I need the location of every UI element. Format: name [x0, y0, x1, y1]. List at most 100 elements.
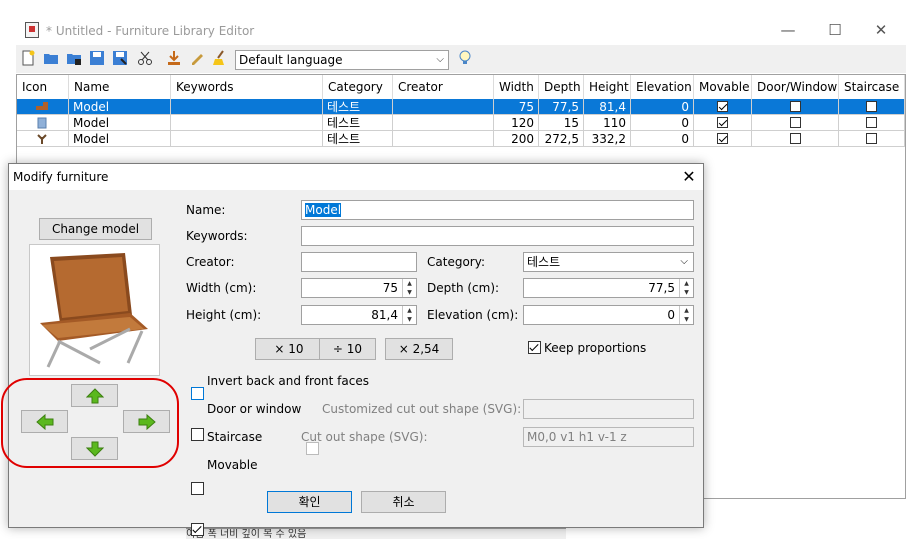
header-height[interactable]: Height — [584, 75, 631, 99]
header-door-window[interactable]: Door/Window — [752, 75, 839, 99]
rotate-down-button[interactable] — [71, 437, 118, 460]
name-label: Name: — [186, 203, 226, 217]
row-movable — [694, 99, 752, 115]
modify-furniture-dialog: Modify furniture ✕ Change model Name: Mo… — [1, 163, 704, 536]
row-icon-cell — [17, 115, 69, 131]
arrow-down-icon — [85, 441, 104, 457]
invert-faces-label[interactable]: Invert back and front faces — [207, 374, 369, 388]
new-icon[interactable] — [19, 49, 37, 67]
header-width[interactable]: Width — [494, 75, 539, 99]
door-window-checkbox[interactable] — [789, 101, 801, 112]
width-spinner[interactable]: 75 ▲ ▼ — [301, 278, 417, 298]
keep-proportions-label[interactable]: Keep proportions — [544, 341, 646, 355]
header-movable[interactable]: Movable — [694, 75, 752, 99]
height-spinner[interactable]: 81,4 ▲ ▼ — [301, 305, 417, 325]
multiply-254-button[interactable]: × 2,54 — [385, 338, 453, 360]
save-icon[interactable] — [88, 49, 106, 67]
cutout-shape-label: Cut out shape (SVG): — [301, 430, 428, 444]
change-model-button[interactable]: Change model — [39, 218, 152, 240]
minimize-button[interactable]: — — [780, 22, 796, 38]
keywords-input[interactable] — [301, 226, 694, 246]
table-row[interactable]: Model 테스트 200 272,5 332,2 0 — [17, 131, 905, 147]
dialog-title: Modify furniture — [13, 170, 109, 184]
tip-icon[interactable] — [456, 49, 474, 67]
elevation-value: 0 — [667, 308, 675, 322]
header-elevation[interactable]: Elevation — [631, 75, 694, 99]
import-icon[interactable] — [165, 49, 183, 67]
row-staircase — [839, 115, 905, 131]
open-icon[interactable] — [42, 49, 60, 67]
row-icon-cell — [17, 99, 69, 115]
height-label: Height (cm): — [186, 308, 262, 322]
app-icon — [25, 22, 39, 38]
close-button[interactable]: ✕ — [873, 22, 889, 38]
divide-10-button[interactable]: ÷ 10 — [319, 338, 376, 360]
header-name[interactable]: Name — [69, 75, 171, 99]
row-height: 110 — [584, 115, 631, 131]
staircase-checkbox[interactable] — [191, 482, 204, 495]
table-row[interactable]: Model 테스트 120 15 110 0 — [17, 115, 905, 131]
staircase-label[interactable]: Staircase — [207, 430, 262, 444]
row-width: 75 — [494, 99, 539, 115]
row-depth: 15 — [539, 115, 584, 131]
rotate-left-button[interactable] — [21, 410, 68, 433]
cut-icon[interactable] — [136, 49, 154, 67]
cancel-button[interactable]: 취소 — [361, 491, 446, 513]
ok-button[interactable]: 확인 — [267, 491, 352, 513]
row-category: 테스트 — [323, 99, 393, 115]
staircase-checkbox[interactable] — [866, 101, 877, 112]
header-keywords[interactable]: Keywords — [171, 75, 323, 99]
chevron-down-icon: ⌵ — [680, 256, 688, 267]
header-depth[interactable]: Depth — [539, 75, 584, 99]
elevation-spinner[interactable]: 0 ▲ ▼ — [523, 305, 694, 325]
save-as-icon[interactable] — [111, 49, 129, 67]
name-input[interactable]: Model — [301, 200, 694, 220]
depth-spinner[interactable]: 77,5 ▲ ▼ — [523, 278, 694, 298]
header-icon[interactable]: Icon — [17, 75, 69, 99]
movable-checkbox[interactable] — [717, 117, 728, 128]
width-label: Width (cm): — [186, 281, 257, 295]
row-door-window — [752, 131, 839, 147]
title-bar: * Untitled - Furniture Library Editor — … — [0, 0, 920, 44]
header-creator[interactable]: Creator — [393, 75, 494, 99]
depth-spin-buttons[interactable]: ▲ ▼ — [679, 279, 693, 297]
header-category[interactable]: Category — [323, 75, 393, 99]
multiply-10-button[interactable]: × 10 — [255, 338, 323, 360]
add-icon[interactable] — [65, 49, 83, 67]
movable-checkbox[interactable] — [717, 101, 728, 112]
rotate-up-button[interactable] — [71, 384, 118, 407]
model-preview[interactable] — [29, 244, 160, 376]
row-icon-cell — [17, 131, 69, 147]
maximize-button[interactable]: ☐ — [827, 22, 843, 38]
depth-value: 77,5 — [648, 281, 675, 295]
table-row[interactable]: Model 테스트 75 77,5 81,4 0 — [17, 99, 905, 115]
row-elevation: 0 — [631, 131, 694, 147]
rotate-right-button[interactable] — [123, 410, 170, 433]
creator-input[interactable] — [301, 252, 417, 272]
door-window-checkbox[interactable] — [789, 117, 801, 128]
door-or-window-checkbox[interactable] — [191, 428, 204, 441]
door-or-window-label[interactable]: Door or window — [207, 402, 301, 416]
edit-icon[interactable] — [188, 49, 206, 67]
keep-proportions-checkbox[interactable] — [528, 341, 541, 354]
row-door-window — [752, 99, 839, 115]
staircase-checkbox[interactable] — [866, 117, 877, 128]
movable-checkbox[interactable] — [717, 133, 728, 144]
row-name: Model — [69, 115, 171, 131]
clean-icon[interactable] — [211, 49, 229, 67]
language-select[interactable]: Default language ⌵ — [235, 50, 449, 70]
category-select[interactable]: 테스트 ⌵ — [523, 252, 694, 272]
movable-checkbox[interactable] — [191, 523, 204, 536]
keywords-label: Keywords: — [186, 229, 248, 243]
invert-faces-checkbox[interactable] — [191, 387, 204, 400]
row-elevation: 0 — [631, 115, 694, 131]
row-height: 81,4 — [584, 99, 631, 115]
door-window-checkbox[interactable] — [789, 133, 801, 144]
staircase-checkbox[interactable] — [866, 133, 877, 144]
width-spin-buttons[interactable]: ▲ ▼ — [402, 279, 416, 297]
dialog-close-icon[interactable]: ✕ — [679, 167, 699, 186]
height-spin-buttons[interactable]: ▲ ▼ — [402, 306, 416, 324]
header-staircase[interactable]: Staircase — [839, 75, 905, 99]
movable-label[interactable]: Movable — [207, 458, 257, 472]
elevation-spin-buttons[interactable]: ▲ ▼ — [679, 306, 693, 324]
